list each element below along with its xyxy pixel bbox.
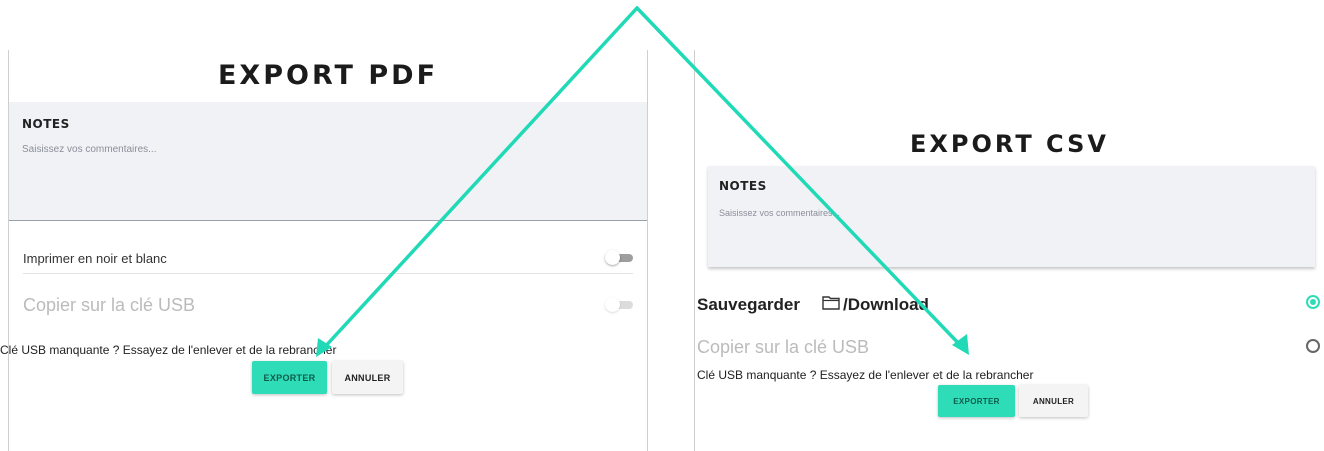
pdf-usb-copy-toggle[interactable] — [605, 297, 633, 312]
pdf-usb-toggle-thumb — [605, 297, 620, 312]
pdf-notes-label: NOTES — [22, 117, 70, 131]
csv-panel-left-border — [694, 50, 695, 451]
csv-save-path[interactable]: /Download — [843, 295, 929, 315]
pdf-export-button[interactable]: EXPORTER — [252, 361, 327, 394]
csv-notes-label: NOTES — [719, 179, 767, 193]
pdf-row-divider — [23, 273, 633, 274]
csv-notes-field[interactable]: NOTES Saisissez vos commentaires... — [708, 166, 1315, 267]
pdf-usb-hint: Clé USB manquante ? Essayez de l'enlever… — [0, 343, 337, 357]
csv-usb-hint: Clé USB manquante ? Essayez de l'enlever… — [697, 368, 1034, 382]
csv-usb-copy-label: Copier sur la clé USB — [697, 337, 870, 357]
print-bw-toggle[interactable] — [605, 250, 633, 265]
print-bw-toggle-thumb — [605, 250, 620, 265]
folder-icon — [822, 296, 840, 310]
csv-panel-title: EXPORT CSV — [910, 130, 1109, 158]
pdf-panel-title: EXPORT PDF — [217, 60, 439, 91]
print-bw-label: Imprimer en noir et blanc — [23, 251, 167, 266]
pdf-notes-field[interactable]: NOTES Saisissez vos commentaires... — [9, 102, 647, 221]
pdf-panel-right-border — [647, 50, 648, 451]
pdf-cancel-button[interactable]: ANNULER — [332, 361, 403, 394]
csv-usb-copy-radio[interactable] — [1306, 339, 1320, 353]
csv-cancel-button[interactable]: ANNULER — [1019, 385, 1088, 417]
csv-export-button[interactable]: EXPORTER — [938, 385, 1015, 417]
csv-notes-placeholder[interactable]: Saisissez vos commentaires... — [719, 208, 840, 218]
csv-save-label: Sauvegarder — [697, 295, 800, 314]
pdf-usb-copy-label: Copier sur la clé USB — [23, 295, 196, 315]
pdf-notes-placeholder[interactable]: Saisissez vos commentaires... — [22, 144, 157, 155]
csv-save-radio[interactable] — [1306, 295, 1320, 309]
